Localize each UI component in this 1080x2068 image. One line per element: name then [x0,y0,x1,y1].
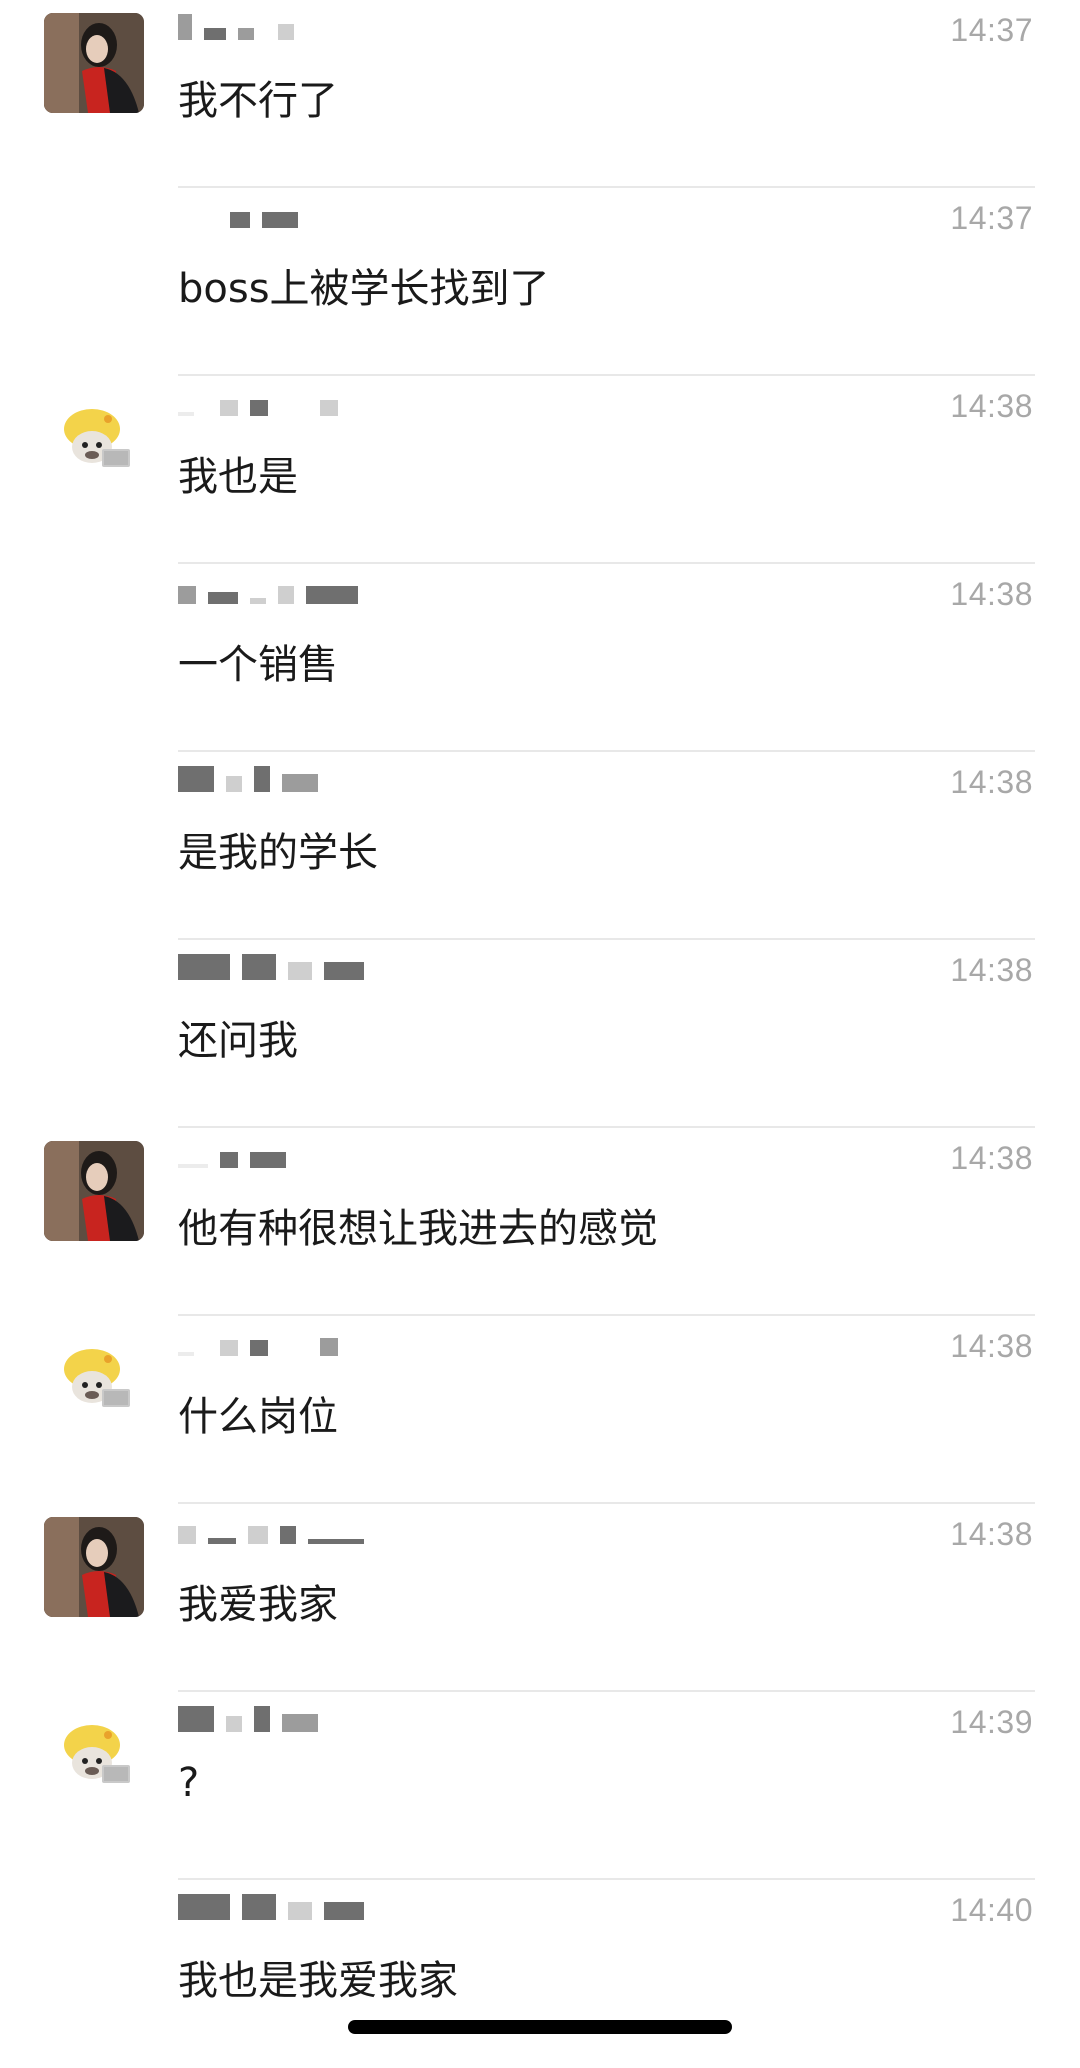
message-item[interactable]: 14:37 boss上被学长找到了 [0,188,1080,376]
sender-name-redacted [178,1330,418,1356]
message-text: ? [178,1760,200,1806]
message-item[interactable]: 14:37 我不行了 [0,0,1080,188]
message-item[interactable]: 14:40 我也是我爱我家 [0,1880,1080,2068]
message-item[interactable]: 14:38 一个销售 [0,564,1080,752]
sender-name-redacted [178,14,418,40]
sender-name-redacted [178,1518,418,1544]
message-item[interactable]: 14:38 什么岗位 [0,1316,1080,1504]
message-time: 14:38 [950,1328,1033,1364]
message-text: 我爱我家 [178,1582,338,1628]
message-time: 14:37 [950,200,1033,236]
message-time: 14:39 [950,1704,1033,1740]
message-time: 14:38 [950,764,1033,800]
sender-name-redacted [178,1894,418,1920]
sender-name-redacted [178,1142,418,1168]
duck-hat-cat-avatar[interactable] [44,1329,144,1429]
message-text: 一个销售 [178,642,338,688]
message-time: 14:37 [950,12,1033,48]
message-text: 我不行了 [178,78,338,124]
message-time: 14:38 [950,388,1033,424]
sender-name-redacted [178,766,418,792]
message-item[interactable]: 14:38 他有种很想让我进去的感觉 [0,1128,1080,1316]
message-item[interactable]: 14:38 还问我 [0,940,1080,1128]
girl-red-scarf-avatar[interactable] [44,13,144,113]
sender-name-redacted [178,954,418,980]
message-text: 我也是 [178,454,298,500]
sender-name-redacted [178,202,418,228]
message-text: 还问我 [178,1018,298,1064]
sender-name-redacted [178,1706,418,1732]
sender-name-redacted [178,390,418,416]
sender-name-redacted [178,578,418,604]
message-time: 14:38 [950,1516,1033,1552]
message-time: 14:38 [950,576,1033,612]
message-text: 他有种很想让我进去的感觉 [178,1206,658,1252]
message-text: 是我的学长 [178,830,378,876]
message-time: 14:38 [950,952,1033,988]
duck-hat-cat-avatar[interactable] [44,1705,144,1805]
message-text: 什么岗位 [178,1394,338,1440]
message-item[interactable]: 14:38 我也是 [0,376,1080,564]
message-item[interactable]: 14:38 我爱我家 [0,1504,1080,1692]
girl-red-scarf-avatar[interactable] [44,1517,144,1617]
message-text: boss上被学长找到了 [178,266,550,312]
message-item[interactable]: 14:39 ? [0,1692,1080,1880]
home-indicator[interactable] [348,2020,732,2034]
message-text: 我也是我爱我家 [178,1958,458,2004]
message-item[interactable]: 14:38 是我的学长 [0,752,1080,940]
girl-red-scarf-avatar[interactable] [44,1141,144,1241]
duck-hat-cat-avatar[interactable] [44,389,144,489]
message-list: 14:37 我不行了 14:37 boss上被学长找到了 14:38 我也是 1… [0,0,1080,2031]
message-time: 14:40 [950,1892,1033,1928]
message-time: 14:38 [950,1140,1033,1176]
